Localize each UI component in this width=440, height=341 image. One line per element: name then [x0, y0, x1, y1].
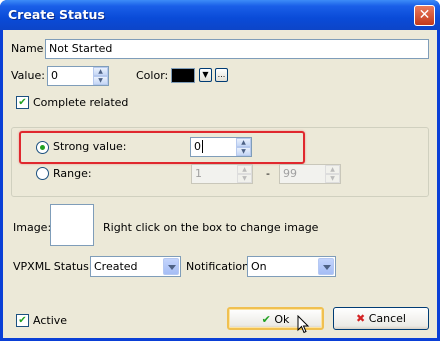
more-label: ... — [217, 70, 226, 79]
range-from-text: 1 — [195, 167, 202, 180]
strong-value-spinner[interactable]: ▲ ▼ — [236, 138, 251, 156]
title-bar[interactable]: Create Status ✕ — [0, 0, 440, 30]
radio-selected-icon — [40, 145, 45, 150]
close-button[interactable]: ✕ — [414, 5, 435, 26]
check-icon: ✔ — [18, 97, 27, 108]
range-radio[interactable] — [36, 167, 49, 180]
strong-value-label: Strong value: — [53, 140, 127, 153]
notification-value: On — [251, 260, 267, 273]
spin-down-icon[interactable]: ▼ — [237, 174, 252, 183]
vpxml-status-select[interactable]: Created — [90, 256, 181, 277]
color-label: Color: — [136, 69, 169, 82]
color-dropdown-button[interactable]: ▼ — [199, 68, 212, 82]
create-status-window: Create Status ✕ Name Not Started Value: … — [0, 0, 440, 341]
text-caret — [202, 140, 203, 153]
mouse-pointer-icon — [297, 315, 310, 334]
spin-up-icon[interactable]: ▲ — [93, 67, 108, 76]
spin-up-icon[interactable]: ▲ — [325, 165, 340, 174]
value-field-text: 0 — [51, 69, 58, 82]
complete-related-checkbox[interactable]: ✔ — [16, 96, 29, 109]
check-icon: ✔ — [18, 315, 27, 326]
spin-up-icon[interactable]: ▲ — [236, 138, 251, 147]
checkmark-icon: ✔ — [261, 313, 271, 326]
range-label: Range: — [53, 167, 92, 180]
spin-up-icon[interactable]: ▲ — [237, 165, 252, 174]
range-separator: - — [266, 167, 270, 180]
color-more-button[interactable]: ... — [215, 68, 228, 82]
chevron-down-icon: ▼ — [202, 70, 209, 79]
active-checkbox[interactable]: ✔ — [16, 314, 29, 327]
value-label: Value: — [11, 69, 45, 82]
notification-select[interactable]: On — [247, 256, 336, 277]
complete-related-label: Complete related — [33, 96, 129, 109]
active-label: Active — [33, 314, 68, 327]
name-field[interactable]: Not Started — [45, 39, 429, 59]
cancel-label: Cancel — [368, 312, 406, 325]
chevron-down-icon[interactable] — [163, 258, 179, 275]
chevron-down-icon[interactable] — [318, 258, 334, 275]
image-box[interactable] — [50, 204, 94, 246]
vpxml-status-value: Created — [94, 260, 138, 273]
range-to-spinner[interactable]: ▲ ▼ — [325, 165, 340, 183]
notification-label: Notification: — [186, 260, 253, 273]
window-title: Create Status — [8, 7, 105, 22]
close-icon: ✕ — [418, 7, 431, 23]
name-label: Name — [11, 42, 44, 55]
cancel-button[interactable]: ✖ Cancel — [333, 307, 429, 330]
dialog-body: Name Not Started Value: 0 ▲ ▼ Color: ▼ .… — [3, 30, 437, 338]
spin-down-icon[interactable]: ▼ — [325, 174, 340, 183]
x-icon: ✖ — [356, 312, 366, 325]
range-from-spinner[interactable]: ▲ ▼ — [237, 165, 252, 183]
range-to-text: 99 — [283, 167, 297, 180]
vpxml-status-label: VPXML Status: — [13, 260, 93, 273]
image-label: Image: — [13, 221, 52, 234]
spin-down-icon[interactable]: ▼ — [236, 147, 251, 156]
strong-value-text: 0 — [194, 140, 201, 153]
color-swatch[interactable] — [171, 68, 195, 83]
image-hint: Right click on the box to change image — [103, 221, 319, 234]
strong-value-radio[interactable] — [36, 141, 49, 154]
ok-label: Ok — [274, 313, 290, 326]
value-spinner[interactable]: ▲ ▼ — [93, 67, 108, 85]
spin-down-icon[interactable]: ▼ — [93, 76, 108, 85]
